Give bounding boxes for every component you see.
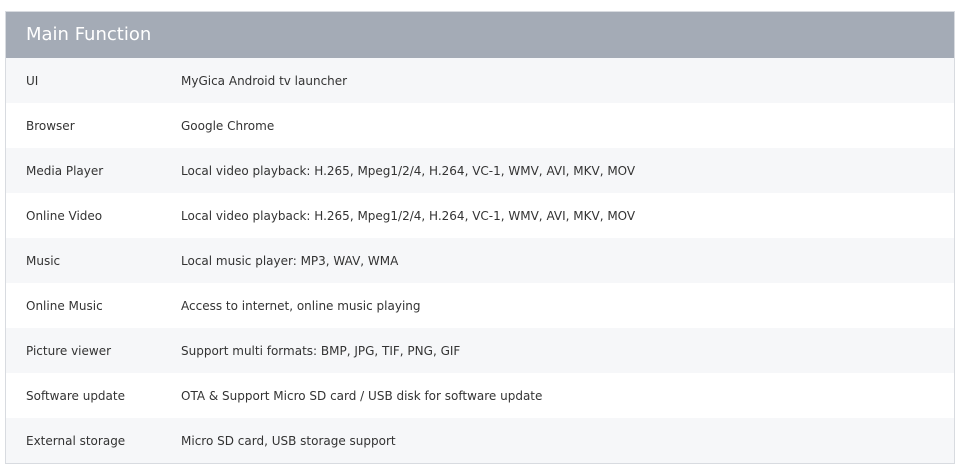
row-value: Google Chrome <box>181 118 275 133</box>
row-label: External storage <box>26 433 126 448</box>
table-row: Software update OTA & Support Micro SD c… <box>6 373 954 418</box>
row-label: Online Video <box>26 208 103 223</box>
row-label: Online Music <box>26 298 103 313</box>
row-value: Local music player: MP3, WAV, WMA <box>181 253 399 268</box>
row-label: UI <box>26 73 39 88</box>
row-value: Access to internet, online music playing <box>181 298 421 313</box>
table-row: Music Local music player: MP3, WAV, WMA <box>6 238 954 283</box>
row-value: MyGica Android tv launcher <box>181 73 348 88</box>
table-title: Main Function <box>6 12 954 58</box>
row-label: Browser <box>26 118 75 133</box>
table-row: Picture viewer Support multi formats: BM… <box>6 328 954 373</box>
row-label: Media Player <box>26 163 104 178</box>
table-row: Browser Google Chrome <box>6 103 954 148</box>
table-row: Online Video Local video playback: H.265… <box>6 193 954 238</box>
row-value: Local video playback: H.265, Mpeg1/2/4, … <box>181 163 636 178</box>
row-label: Picture viewer <box>26 343 112 358</box>
table-row: UI MyGica Android tv launcher <box>6 58 954 103</box>
row-value: OTA & Support Micro SD card / USB disk f… <box>181 388 543 403</box>
table-row: Online Music Access to internet, online … <box>6 283 954 328</box>
row-label: Software update <box>26 388 125 403</box>
table-row: Media Player Local video playback: H.265… <box>6 148 954 193</box>
row-value: Local video playback: H.265, Mpeg1/2/4, … <box>181 208 636 223</box>
spec-table: Main Function UI MyGica Android tv launc… <box>5 11 955 464</box>
table-row: External storage Micro SD card, USB stor… <box>6 418 954 463</box>
row-value: Support multi formats: BMP, JPG, TIF, PN… <box>181 343 461 358</box>
row-label: Music <box>26 253 61 268</box>
row-value: Micro SD card, USB storage support <box>181 433 396 448</box>
